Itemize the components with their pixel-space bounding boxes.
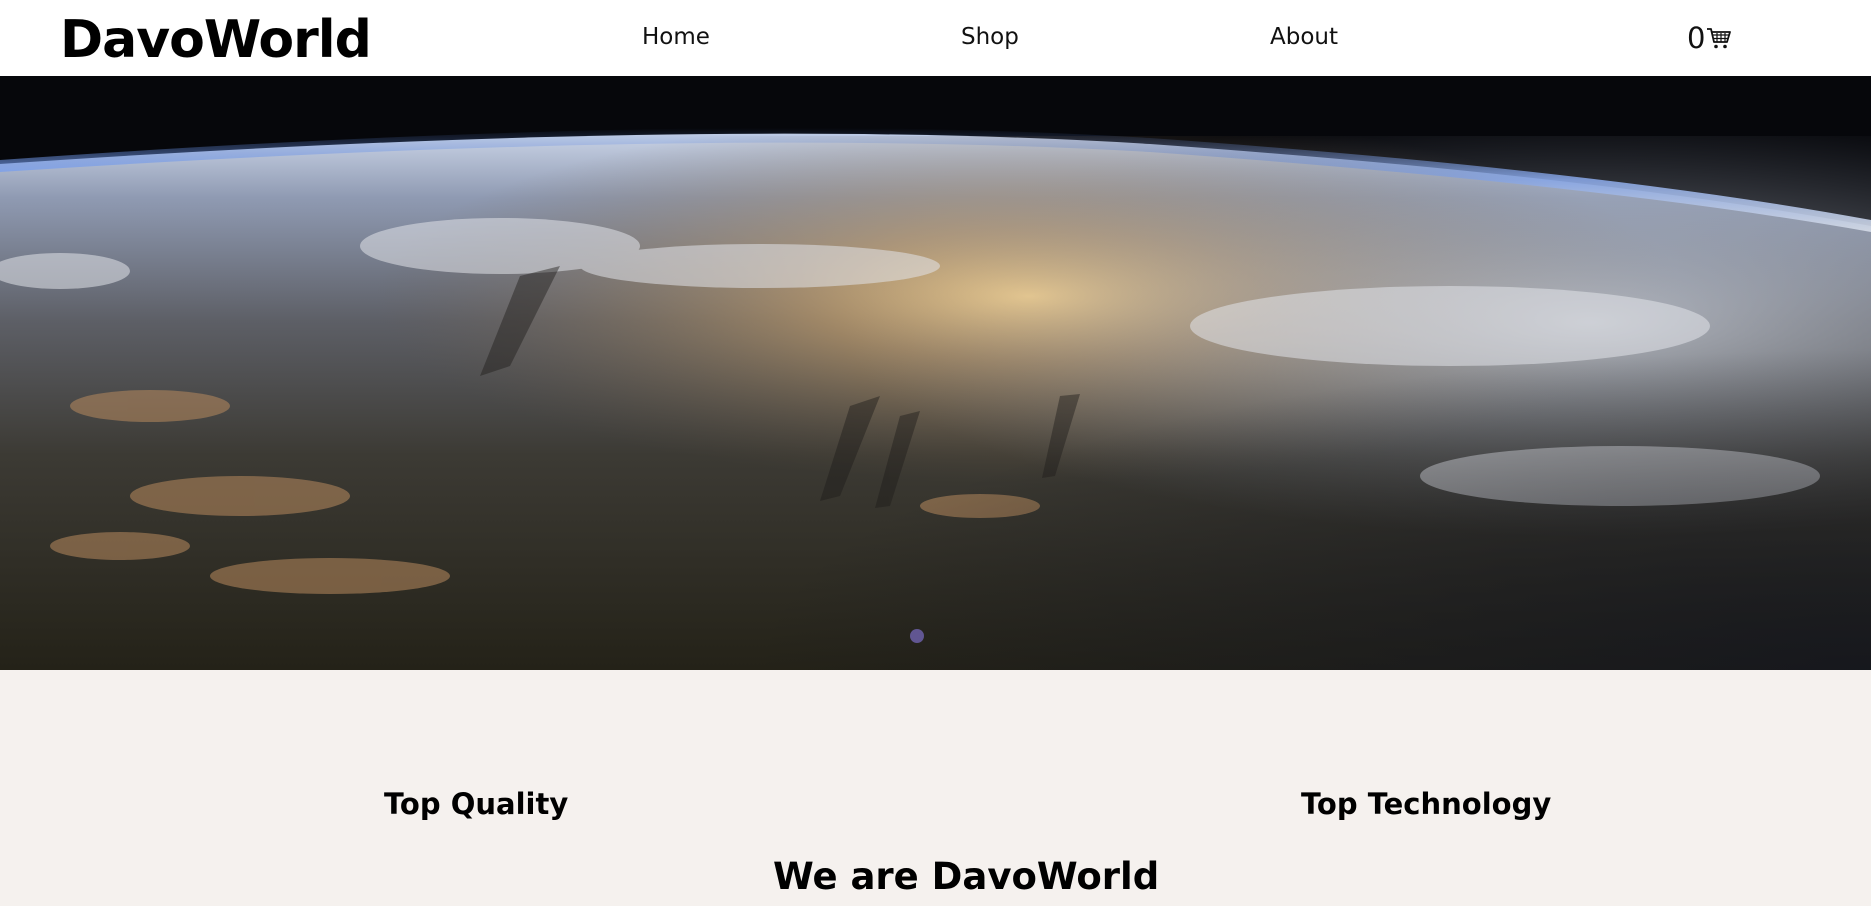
nav-link-about[interactable]: About (1270, 22, 1338, 52)
feature-top-quality: Top Quality (384, 787, 569, 821)
hero-earth-image (0, 76, 1871, 670)
cart-count: 0 (1687, 21, 1706, 55)
shopping-cart-icon (1707, 28, 1732, 49)
top-navigation: DavoWorld Home Shop About 0 (0, 0, 1871, 76)
feature-top-technology: Top Technology (1301, 787, 1552, 821)
page-headline: We are DavoWorld (773, 855, 1160, 898)
brand-logo[interactable]: DavoWorld (60, 8, 372, 72)
nav-link-shop[interactable]: Shop (961, 22, 1019, 52)
earth-from-orbit-image (0, 76, 1871, 670)
cart-button[interactable]: 0 (1687, 20, 1732, 56)
nav-link-home[interactable]: Home (642, 22, 710, 52)
